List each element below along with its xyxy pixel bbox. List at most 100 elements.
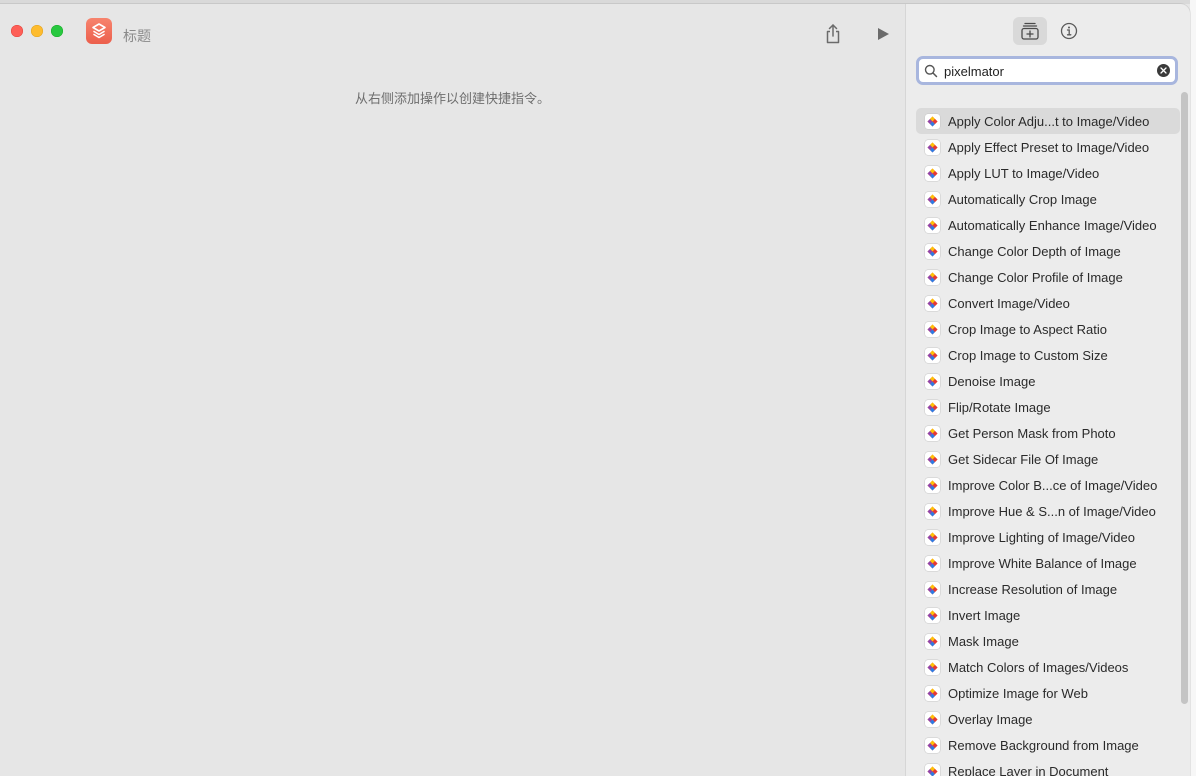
action-list-item[interactable]: Flip/Rotate Image: [916, 394, 1180, 420]
pixelmator-action-icon: [925, 607, 940, 623]
action-list-item-label: Replace Layer in Document: [948, 763, 1109, 776]
tab-action-library[interactable]: [1013, 17, 1047, 45]
pixelmator-action-icon: [925, 269, 940, 285]
action-list-item[interactable]: Automatically Crop Image: [916, 186, 1180, 212]
action-list-item-label: Flip/Rotate Image: [948, 399, 1051, 415]
action-list-item-label: Apply Effect Preset to Image/Video: [948, 139, 1150, 155]
pixelmator-action-icon: [925, 373, 940, 389]
action-list-item-label: Match Colors of Images/Videos: [948, 659, 1129, 675]
action-list-item[interactable]: Replace Layer in Document: [916, 758, 1180, 776]
action-list-item-label: Crop Image to Aspect Ratio: [948, 321, 1107, 337]
action-list-item[interactable]: Increase Resolution of Image: [916, 576, 1180, 602]
action-list-item-label: Get Sidecar File Of Image: [948, 451, 1099, 467]
action-list-item[interactable]: Match Colors of Images/Videos: [916, 654, 1180, 680]
pixelmator-action-icon: [925, 113, 940, 129]
action-list-item[interactable]: Change Color Depth of Image: [916, 238, 1180, 264]
action-search-field[interactable]: [916, 56, 1178, 85]
shortcuts-window: 标题 从右侧添加操作以创建快捷指令。 pixelmator Apply Colo…: [0, 4, 1190, 776]
results-scrollbar[interactable]: [1181, 92, 1188, 704]
action-list-item[interactable]: Apply LUT to Image/Video: [916, 160, 1180, 186]
action-list-item[interactable]: Improve Color B...ce of Image/Video: [916, 472, 1180, 498]
action-list-item[interactable]: Automatically Enhance Image/Video: [916, 212, 1180, 238]
action-list-item-label: Change Color Depth of Image: [948, 243, 1121, 259]
action-list-item-label: Get Person Mask from Photo: [948, 425, 1116, 441]
pixelmator-action-icon: [925, 347, 940, 363]
action-list-item-label: Change Color Profile of Image: [948, 269, 1123, 285]
action-list-item-label: Overlay Image: [948, 711, 1033, 727]
action-library-sidebar: Apply Color Adju...t to Image/Video Appl…: [905, 4, 1190, 776]
shortcuts-app-icon: [86, 18, 112, 44]
tab-details[interactable]: [1052, 17, 1086, 45]
library-add-icon: [1021, 22, 1039, 40]
pixelmator-action-icon: [925, 711, 940, 727]
action-list-item-label: Convert Image/Video: [948, 295, 1070, 311]
action-list-item[interactable]: Crop Image to Custom Size: [916, 342, 1180, 368]
pixelmator-action-icon: [925, 321, 940, 337]
shortcuts-layers-icon: [92, 23, 106, 39]
action-list-item[interactable]: Mask Image: [916, 628, 1180, 654]
pixelmator-action-icon: [925, 191, 940, 207]
action-list-item[interactable]: Denoise Image: [916, 368, 1180, 394]
clear-x-icon: [1160, 67, 1167, 74]
action-list-item-label: Invert Image: [948, 607, 1021, 623]
action-list-item-label: Improve White Balance of Image: [948, 555, 1137, 571]
action-list-item[interactable]: Improve Lighting of Image/Video: [916, 524, 1180, 550]
pixelmator-action-icon: [925, 581, 940, 597]
action-list-item-label: Improve Color B...ce of Image/Video: [948, 477, 1158, 493]
close-window-button[interactable]: [11, 25, 23, 37]
action-list-item-label: Improve Lighting of Image/Video: [948, 529, 1135, 545]
pixelmator-action-icon: [925, 555, 940, 571]
window-title[interactable]: 标题: [123, 26, 151, 46]
info-icon: [1060, 22, 1078, 40]
clear-search-button[interactable]: [1157, 64, 1170, 77]
action-list-item-label: Automatically Crop Image: [948, 191, 1097, 207]
pixelmator-action-icon: [925, 633, 940, 649]
pixelmator-action-icon: [925, 659, 940, 675]
pixelmator-action-icon: [925, 685, 940, 701]
share-button[interactable]: [821, 22, 845, 46]
pixelmator-action-icon: [925, 139, 940, 155]
action-list-item-label: Denoise Image: [948, 373, 1036, 389]
action-list-item[interactable]: Improve White Balance of Image: [916, 550, 1180, 576]
action-list-item[interactable]: Overlay Image: [916, 706, 1180, 732]
minimize-window-button[interactable]: [31, 25, 43, 37]
pixelmator-action-icon: [925, 217, 940, 233]
action-list-item[interactable]: Remove Background from Image: [916, 732, 1180, 758]
pixelmator-action-icon: [925, 737, 940, 753]
action-list-item[interactable]: Get Person Mask from Photo: [916, 420, 1180, 446]
pixelmator-action-icon: [925, 477, 940, 493]
pixelmator-action-icon: [925, 529, 940, 545]
empty-editor-hint: 从右侧添加操作以创建快捷指令。: [354, 91, 550, 106]
pixelmator-action-icon: [925, 503, 940, 519]
action-list-item-label: Optimize Image for Web: [948, 685, 1088, 701]
run-button[interactable]: [871, 22, 895, 46]
action-list-item[interactable]: Invert Image: [916, 602, 1180, 628]
search-input[interactable]: [944, 62, 1154, 80]
action-list-item[interactable]: Convert Image/Video: [916, 290, 1180, 316]
action-list-item[interactable]: Get Sidecar File Of Image: [916, 446, 1180, 472]
action-list-item[interactable]: Optimize Image for Web: [916, 680, 1180, 706]
pixelmator-action-icon: [925, 243, 940, 259]
pixelmator-action-icon: [925, 763, 940, 776]
action-list-item[interactable]: Change Color Profile of Image: [916, 264, 1180, 290]
action-list-item[interactable]: Crop Image to Aspect Ratio: [916, 316, 1180, 342]
action-list-item-label: Increase Resolution of Image: [948, 581, 1118, 597]
action-list-item-label: Remove Background from Image: [948, 737, 1139, 753]
action-list-item-label: Improve Hue & S...n of Image/Video: [948, 503, 1156, 519]
pixelmator-action-icon: [925, 399, 940, 415]
search-icon: [924, 64, 938, 78]
action-results-list: Apply Color Adju...t to Image/Video Appl…: [916, 108, 1180, 776]
action-list-item-label: Mask Image: [948, 633, 1019, 649]
action-list-item-label: Crop Image to Custom Size: [948, 347, 1108, 363]
background-edge: [1190, 0, 1196, 776]
pixelmator-action-icon: [925, 451, 940, 467]
pixelmator-action-icon: [925, 165, 940, 181]
action-list-item[interactable]: Apply Effect Preset to Image/Video: [916, 134, 1180, 160]
action-list-item-label: Automatically Enhance Image/Video: [948, 217, 1157, 233]
zoom-window-button[interactable]: [51, 25, 63, 37]
action-list-item-label: Apply LUT to Image/Video: [948, 165, 1100, 181]
action-list-item[interactable]: Improve Hue & S...n of Image/Video: [916, 498, 1180, 524]
pixelmator-action-icon: [925, 425, 940, 441]
action-list-item[interactable]: Apply Color Adju...t to Image/Video: [916, 108, 1180, 134]
play-icon: [878, 28, 889, 40]
